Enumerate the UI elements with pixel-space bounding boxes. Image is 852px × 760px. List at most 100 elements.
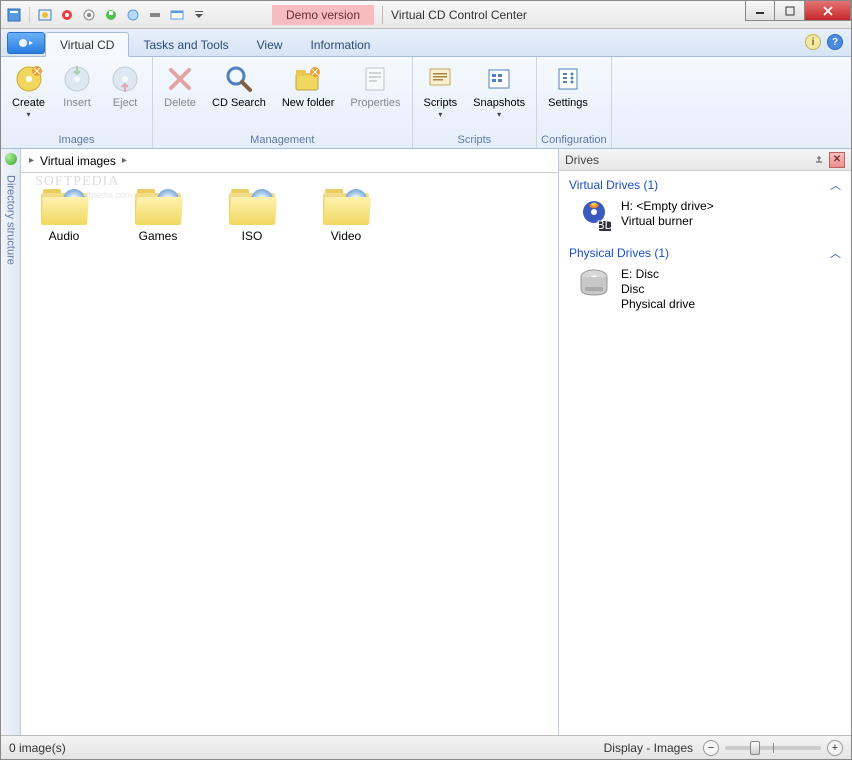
delete-icon: [164, 63, 196, 95]
new-folder-button[interactable]: New folder: [275, 59, 342, 113]
info-icon[interactable]: i: [805, 34, 821, 50]
sidebar-collapsed[interactable]: Directory structure: [1, 149, 21, 735]
disc-new-icon: [13, 63, 45, 95]
create-label: Create: [12, 97, 45, 109]
drive-item-virtual[interactable]: BD H: <Empty drive> Virtual burner: [565, 195, 845, 243]
group-label-images: Images: [5, 132, 148, 148]
drive-group-title: Virtual Drives (1): [569, 178, 658, 192]
main-panel: ▸ Virtual images ▸ SOFTPEDIA www.softped…: [21, 149, 559, 735]
snapshots-button[interactable]: Snapshots ▾: [466, 59, 532, 123]
qat-btn-7[interactable]: [168, 6, 186, 24]
zoom-control: − +: [703, 740, 843, 756]
dropdown-arrow-icon: ▾: [497, 110, 501, 119]
qat-btn-3[interactable]: [80, 6, 98, 24]
settings-button[interactable]: Settings: [541, 59, 595, 113]
svg-text:BD: BD: [597, 218, 613, 232]
drive-group-virtual[interactable]: Virtual Drives (1) ︿: [565, 175, 845, 195]
zoom-out-button[interactable]: −: [703, 740, 719, 756]
window-controls: [745, 1, 851, 21]
tab-virtual-cd[interactable]: Virtual CD: [45, 32, 129, 57]
titlebar: Demo version Virtual CD Control Center: [1, 1, 851, 29]
minimize-button[interactable]: [745, 1, 775, 21]
tab-information[interactable]: Information: [296, 33, 384, 56]
tab-view[interactable]: View: [243, 33, 297, 56]
window-title: Virtual CD Control Center: [391, 8, 527, 22]
breadcrumb[interactable]: ▸ Virtual images ▸: [21, 149, 558, 173]
drive-text: H: <Empty drive> Virtual burner: [621, 199, 714, 235]
properties-icon: [359, 63, 391, 95]
qat-btn-5[interactable]: [124, 6, 142, 24]
scripts-icon: [424, 63, 456, 95]
settings-label: Settings: [548, 97, 588, 109]
create-button[interactable]: Create ▾: [5, 59, 52, 123]
ribbon-group-images: Create ▾ Insert Eject Images: [1, 57, 153, 148]
ribbon-group-management: Delete CD Search New folder Properties M…: [153, 57, 413, 148]
drive-line2: Disc: [621, 282, 695, 297]
folder-item-games[interactable]: Games: [129, 185, 187, 243]
folder-item-iso[interactable]: ISO: [223, 185, 281, 243]
ribbon-group-configuration: Settings Configuration: [537, 57, 611, 148]
drive-text: E: Disc Disc Physical drive: [621, 267, 695, 312]
drive-group-physical[interactable]: Physical Drives (1) ︿: [565, 243, 845, 263]
settings-icon: [552, 63, 584, 95]
search-icon: [223, 63, 255, 95]
disc-insert-icon: [61, 63, 93, 95]
drive-line2: Virtual burner: [621, 214, 714, 229]
qat-customize[interactable]: [190, 6, 208, 24]
qat-btn-4[interactable]: [102, 6, 120, 24]
breadcrumb-root-arrow[interactable]: ▸: [27, 155, 36, 166]
folder-label: Games: [139, 229, 178, 243]
qat-app-icon[interactable]: [5, 6, 23, 24]
refresh-icon[interactable]: [5, 153, 17, 165]
zoom-thumb[interactable]: [750, 741, 760, 755]
status-right: Display - Images: [604, 741, 693, 755]
folder-new-icon: [292, 63, 324, 95]
drive-item-physical[interactable]: E: Disc Disc Physical drive: [565, 263, 845, 320]
close-button[interactable]: [805, 1, 851, 21]
cd-search-button[interactable]: CD Search: [205, 59, 273, 113]
drive-group-title: Physical Drives (1): [569, 246, 669, 260]
demo-badge: Demo version: [272, 5, 374, 25]
panel-close-button[interactable]: ✕: [829, 152, 845, 168]
statusbar: 0 image(s) Display - Images − +: [1, 735, 851, 759]
maximize-button[interactable]: [775, 1, 805, 21]
file-menu-button[interactable]: [7, 32, 45, 54]
chevron-up-icon: ︿: [830, 245, 841, 261]
drives-body: Virtual Drives (1) ︿ BD H: <Empty drive>…: [559, 171, 851, 735]
zoom-slider[interactable]: [725, 746, 821, 750]
ribbon-group-scripts: Scripts ▾ Snapshots ▾ Scripts: [413, 57, 538, 148]
physical-drive-icon: [575, 267, 613, 303]
snapshots-label: Snapshots: [473, 97, 525, 109]
zoom-tick: [773, 743, 774, 753]
qat-btn-6[interactable]: [146, 6, 164, 24]
eject-label: Eject: [113, 97, 137, 109]
folder-item-audio[interactable]: Audio: [35, 185, 93, 243]
delete-button: Delete: [157, 59, 203, 113]
zoom-in-button[interactable]: +: [827, 740, 843, 756]
group-label-scripts: Scripts: [417, 132, 533, 148]
scripts-button[interactable]: Scripts ▾: [417, 59, 465, 123]
tab-tasks-and-tools[interactable]: Tasks and Tools: [129, 33, 242, 56]
content-area: Directory structure ▸ Virtual images ▸ S…: [1, 149, 851, 735]
folder-label: ISO: [242, 229, 263, 243]
sidebar-label[interactable]: Directory structure: [5, 171, 17, 269]
pin-icon[interactable]: [811, 152, 827, 168]
help-icon[interactable]: ?: [827, 34, 843, 50]
eject-button: Eject: [102, 59, 148, 113]
breadcrumb-item[interactable]: Virtual images: [40, 154, 116, 168]
status-left: 0 image(s): [9, 741, 66, 755]
dropdown-arrow-icon: ▾: [27, 110, 31, 119]
ribbon-tabs: Virtual CD Tasks and Tools View Informat…: [1, 29, 851, 57]
delete-label: Delete: [164, 97, 196, 109]
folder-icon: [41, 185, 87, 225]
insert-button: Insert: [54, 59, 100, 113]
folder-view[interactable]: SOFTPEDIA www.softpedia.com Audio Games …: [21, 173, 558, 735]
folder-item-video[interactable]: Video: [317, 185, 375, 243]
drive-line1: E: Disc: [621, 267, 695, 282]
qat-btn-2[interactable]: [58, 6, 76, 24]
breadcrumb-arrow[interactable]: ▸: [120, 155, 129, 166]
new-folder-label: New folder: [282, 97, 335, 109]
qat-btn-1[interactable]: [36, 6, 54, 24]
drive-line3: Physical drive: [621, 297, 695, 312]
separator: [382, 6, 383, 24]
